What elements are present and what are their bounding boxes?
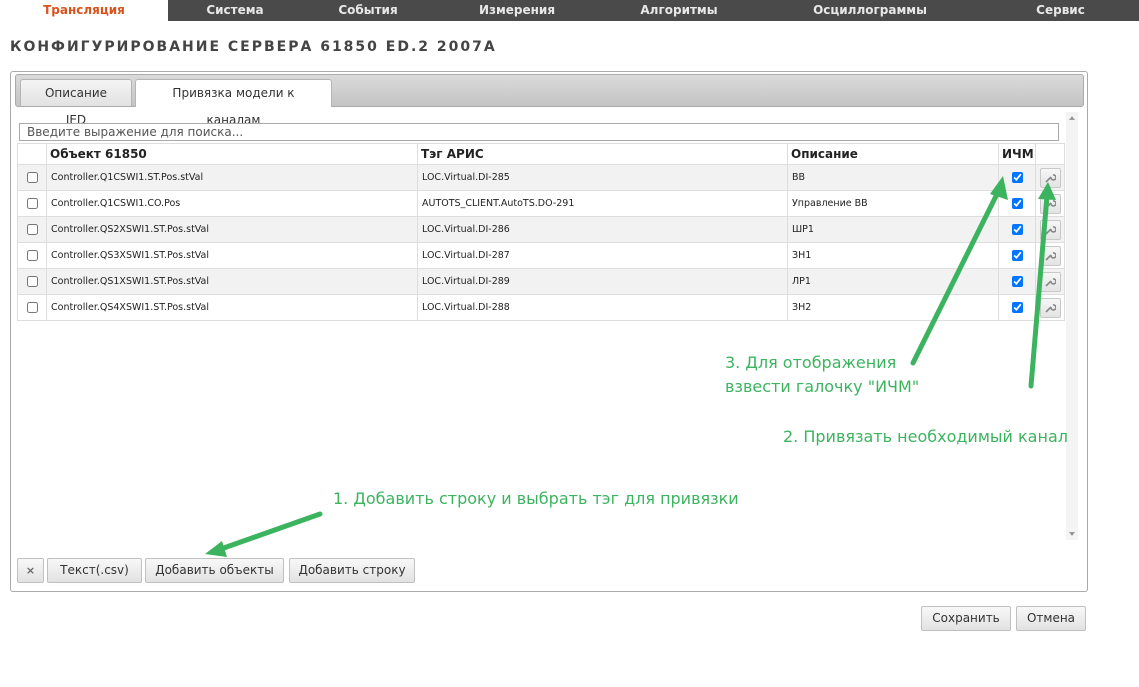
arrow-head-ichm (990, 176, 1008, 200)
arrow-head-add (205, 541, 227, 557)
arrow-to-bind-button (1028, 193, 1050, 389)
arrow-to-add-button (215, 511, 323, 553)
arrow-head-bind (1038, 182, 1056, 200)
arrow-to-ichm-checkbox (910, 185, 1003, 366)
annotation-arrows (205, 176, 1056, 557)
